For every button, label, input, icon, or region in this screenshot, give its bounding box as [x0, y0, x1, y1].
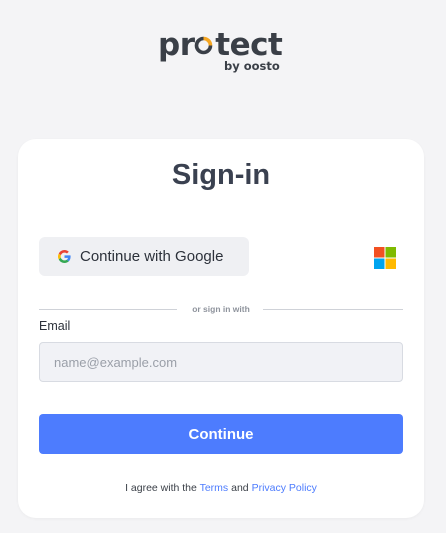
- privacy-policy-link[interactable]: Privacy Policy: [252, 482, 317, 494]
- email-label: Email: [39, 319, 71, 333]
- logo-o-shield: o: [194, 27, 215, 63]
- or-divider: or sign in with: [39, 303, 403, 315]
- terms-and: and: [231, 482, 249, 494]
- logo-text-suffix: tect: [215, 27, 283, 63]
- terms-text: I agree with the Terms and Privacy Polic…: [18, 482, 424, 494]
- page-title: Sign-in: [171, 159, 271, 191]
- continue-button[interactable]: Continue: [39, 414, 403, 454]
- signin-card: Sign-in Continue with Google or sign in …: [18, 139, 424, 518]
- microsoft-icon: [374, 247, 396, 269]
- email-field[interactable]: [39, 342, 403, 382]
- continue-with-google-button[interactable]: Continue with Google: [39, 237, 249, 276]
- logo-tagline: by oosto: [224, 59, 280, 73]
- protect-logo: protect by oosto: [158, 27, 288, 75]
- logo-text-prefix: pr: [158, 27, 195, 63]
- shield-o-icon: [195, 36, 213, 55]
- google-icon: [58, 250, 71, 263]
- continue-with-microsoft-button[interactable]: [374, 247, 396, 269]
- terms-link[interactable]: Terms: [200, 482, 229, 494]
- logo-wordmark: protect: [158, 27, 283, 63]
- terms-prefix: I agree with the: [125, 482, 197, 494]
- google-button-label: Continue with Google: [80, 248, 224, 265]
- divider-line-right: [263, 309, 403, 310]
